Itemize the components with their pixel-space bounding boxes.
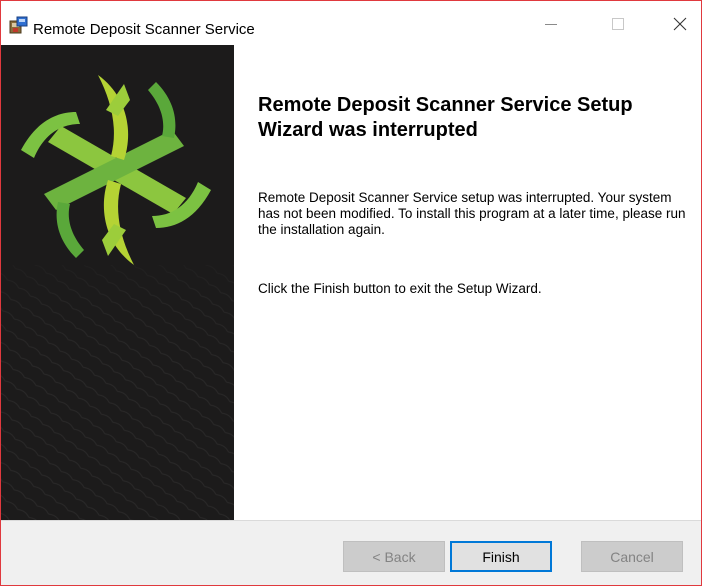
cancel-button[interactable]: Cancel — [581, 541, 683, 572]
title-bar[interactable]: Remote Deposit Scanner Service — [1, 1, 701, 45]
wizard-heading: Remote Deposit Scanner Service Setup Wiz… — [258, 94, 633, 141]
finish-instruction: Click the Finish button to exit the Setu… — [258, 281, 542, 296]
setup-wizard-window: Remote Deposit Scanner Service Remote De… — [0, 0, 702, 586]
maximize-button[interactable] — [595, 11, 641, 41]
banner-graphic — [1, 45, 234, 520]
wizard-banner — [1, 45, 234, 520]
interrupted-message: Remote Deposit Scanner Service setup was… — [258, 190, 686, 237]
wizard-content: Remote Deposit Scanner Service Setup Wiz… — [234, 45, 701, 520]
back-button[interactable]: < Back — [343, 541, 445, 572]
close-button[interactable] — [657, 11, 701, 41]
close-icon — [673, 17, 687, 36]
button-bar: < Back Finish Cancel — [1, 520, 701, 585]
finish-button[interactable]: Finish — [450, 541, 552, 572]
minimize-icon — [545, 17, 557, 35]
maximize-icon — [611, 17, 625, 36]
minimize-button[interactable] — [528, 11, 574, 41]
window-title: Remote Deposit Scanner Service — [33, 21, 255, 38]
installer-icon — [9, 15, 29, 35]
